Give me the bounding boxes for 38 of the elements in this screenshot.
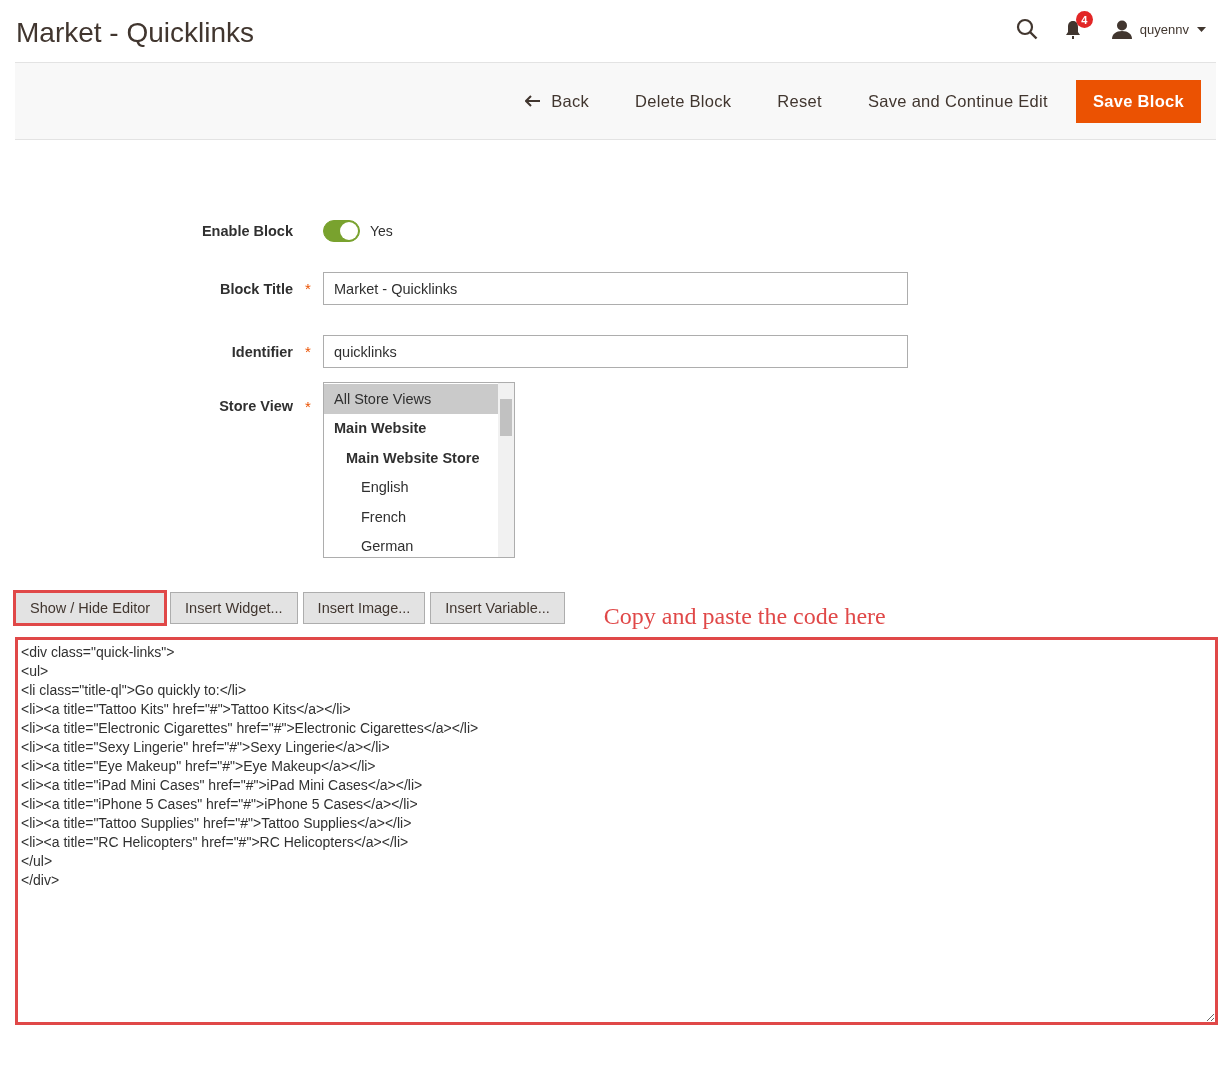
annotation-text: Copy and paste the code here xyxy=(603,603,886,630)
required-asterisk: * xyxy=(304,280,312,297)
caret-icon xyxy=(1197,26,1206,32)
required-asterisk: * xyxy=(304,398,312,415)
toggle-label: Yes xyxy=(370,223,393,239)
store-view-list[interactable]: All Store Views Main Website Main Website Store English French German xyxy=(323,382,515,558)
required-asterisk: * xyxy=(304,343,312,360)
editor-button[interactable]: Show / Hide Editor xyxy=(15,592,166,624)
list-option[interactable]: German xyxy=(324,531,498,557)
list-option[interactable]: Main Website xyxy=(324,413,498,443)
list-option[interactable]: Main Website Store xyxy=(324,443,498,473)
user-icon xyxy=(1111,19,1132,39)
list-option[interactable]: French xyxy=(324,502,498,532)
action-button[interactable]: Reset xyxy=(759,81,840,121)
list-option[interactable]: English xyxy=(324,472,498,502)
content-text-area[interactable]: <div class="quick-links"> <ul> <li class="title-ql">Go quickly to:</li> <li><a title="Tattoo Kits" href="#">Tattoo Kits</a></li> <li><a title="Electronic Cigarettes" href="#">Electronic Cigarettes</a></li> <li><a title="Sexy Lingerie" href="#">Sexy Lingerie</a></li> <li><a title="Eye Makeup" href="#">Eye Makeup</a></li> <li><a title="iPad Mini Cases" href="#">iPad Mini Cases</a></li> <li><a title="iPhone 5 Cases" href="#">iPhone 5 Cases</a></li> <li><a title="Tattoo Supplies" href="#">Tattoo Supplies</a></li> <li><a title="RC Helicopters" href="#">RC Helicopters</a></li> </ul> </div> xyxy=(15,637,1218,1025)
back-arrow-icon xyxy=(525,95,542,107)
identifier-input-field[interactable]: quicklinks xyxy=(323,335,908,368)
editor-button[interactable]: Insert Image... xyxy=(302,592,426,624)
user-menu[interactable]: quyennv xyxy=(1111,19,1206,39)
field-label: Store View xyxy=(218,398,293,414)
scrollbar[interactable] xyxy=(498,383,514,557)
action-button[interactable]: Save and Continue Edit xyxy=(849,81,1066,121)
title-input-field[interactable]: Market - Quicklinks xyxy=(323,272,908,305)
notification-count: 4 xyxy=(1075,11,1093,28)
search-icon[interactable] xyxy=(1015,18,1038,40)
field-label: Enable Block xyxy=(200,223,293,239)
action-button[interactable]: Delete Block xyxy=(617,81,750,121)
back-button[interactable]: Back xyxy=(507,81,608,121)
field-label: Block Title xyxy=(218,280,293,297)
page-title: Market - Quicklinks xyxy=(16,17,256,49)
save-button[interactable]: Save Block xyxy=(1075,79,1201,123)
editor-button[interactable]: Insert Variable... xyxy=(430,592,565,624)
enable-toggle[interactable] xyxy=(323,220,360,242)
field-label: Identifier xyxy=(230,343,293,360)
list-option[interactable]: All Store Views xyxy=(324,384,498,414)
editor-button[interactable]: Insert Widget... xyxy=(170,592,298,624)
bell-icon[interactable] xyxy=(1063,20,1082,40)
